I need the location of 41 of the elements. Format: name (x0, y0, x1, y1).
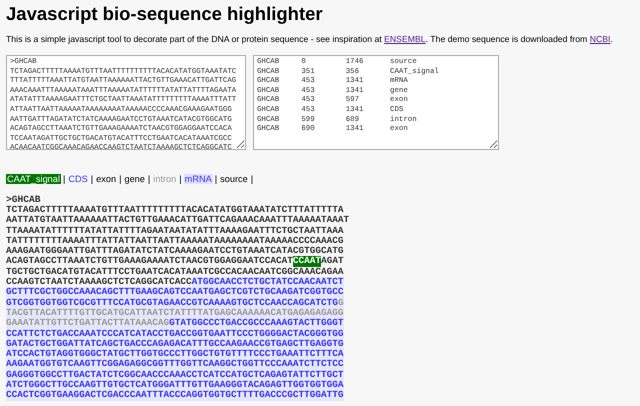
legend-separator: | (62, 174, 66, 184)
ensembl-link[interactable]: ENSEMBL (384, 34, 426, 44)
sequence-text: TATTTTTTTTAAAATTTATTATTAATTAATTAAAAATAAAAAAAATAAAAACCCCAAACG (6, 236, 344, 246)
coding-sequence: ATCCACTGTAGGTGGGCTATGCTTGGTGCCCTTGGCTGTGTTTTCCCTGAAATTCTTTCA (6, 349, 344, 360)
sequence-text: CCAAGTCTAATCTAAAAGCTCTCAGGCATCACC (6, 277, 192, 288)
intro-paragraph: This is a simple javascript tool to decorate part of the DNA or protein sequence - see inspiration at ENSEMBL. The demo sequence is downloaded from NCBI. (6, 33, 614, 46)
legend-separator: | (214, 174, 218, 184)
coding-sequence: GCTTTCGCTGGCCAAACAGCTTTGAAGCAGTCCAATGAGCTCGTCTGCAAGATCGGTGCC (6, 287, 344, 298)
coding-sequence: CCATTCTCTGACCAAATCCCATCATACCTGACCGGTGAATTCCCTGGGGACTACGGGTGG (6, 328, 344, 339)
legend-separator: | (250, 174, 254, 184)
sequence-text: AATTATGTAATTAAAAAATTACTGTTGAAACATTGATTCAGAAACAAATTTAAAAATAAAT (6, 215, 350, 226)
sequence-text: TTAAAATATTTTTTATATTATTTTAGAATAATATATTTAAAAGAATTTCTGCTAATTAAA (6, 226, 344, 236)
page-title: Javascript bio-sequence highlighter (6, 2, 324, 26)
sequence-header: >GHCAB (6, 194, 42, 205)
intron-sequence: TACGTTACATTTTGTTGCATGCATTAATCTATTTTATGAGCAAAAAACATGAGAGAGAGG (6, 308, 344, 318)
legend-item[interactable]: mRNA (184, 174, 213, 184)
sequence-text: AAAGAATGGGAATTGATTTAGATATCTATCAAAAGAATCCTGTAAATCATACGTGGCATG (6, 246, 344, 256)
ncbi-link[interactable]: NCBI (590, 34, 610, 44)
legend-separator: | (179, 174, 182, 184)
coding-sequence: ATCTGGGCTTGCCAAGTTGTGCTCATGGGATTTGTTGAAGGGTACAGAGTTGGTGGTGGA (6, 380, 344, 390)
coding-sequence: GTATGGCCCTGACCGCCCAAAGTACTTGGGT (169, 318, 344, 329)
legend-item[interactable]: CDS (67, 174, 89, 184)
coding-sequence: CCACTCGGTGAAGGACTCGACCCAATTTACCCAGGTGGTGCTTTTGACCCGCTTGGATTG (6, 390, 344, 401)
intron-sequence: GAAATATTGTTCTGATTACTTATAAACAG (6, 318, 170, 329)
coding-sequence: ATGGCAACCTCTGCTATCCAACAATCT (192, 277, 344, 288)
legend-separator: | (119, 174, 122, 184)
coding-sequence: GTCGGTGGTGGTCGCGTTTCCATGCGTAGAACCGTCAAAAGTGCTCCAACCAGCATCTG (6, 298, 338, 308)
legend-item[interactable]: exon (95, 174, 118, 184)
legend-item[interactable]: source (219, 174, 249, 184)
legend-item[interactable]: gene (123, 174, 146, 184)
coding-sequence: AAGAATGGTGTCAAGTTCGGAGAGGCGGTTTGGTTCAAGGCTGGTTCCCAAATCTTCTCC (6, 359, 344, 370)
coding-sequence: GATACTGCTGGATTATCAGCTGACCCAGAGACATTTGCCAAGAACCGTGAGCTTGAGGTG (6, 338, 344, 350)
legend-separator: | (90, 174, 94, 184)
sequence-text: AGAT (321, 256, 344, 267)
sequence-text: TCTAGACTTTTTAAAATGTTTAATTTTTTTTTACACATATGGTAAATATCTTTATTTTTA (6, 205, 344, 216)
sequence-text: TGCTGCTGACATGTACATTTCCTGAATCACATAAATCGCCACAACAATCGGCAAACAGAA (6, 266, 344, 278)
coding-sequence: GAGGGTGGCCTTGACTATCTCGGCAACCCAAACCTCATCCATGCTCAGAGTATTCTTGCT (6, 370, 344, 380)
caat-signal-sequence: CCAAT (292, 256, 322, 267)
legend-item[interactable]: CAAT_signal (6, 174, 61, 184)
sequence-text: ACAGTAGCCTTAAATCTGTTGAAAGAAAATCTAACGTGGAGGAATCCACAT (6, 256, 293, 267)
legend-separator: | (148, 174, 150, 184)
